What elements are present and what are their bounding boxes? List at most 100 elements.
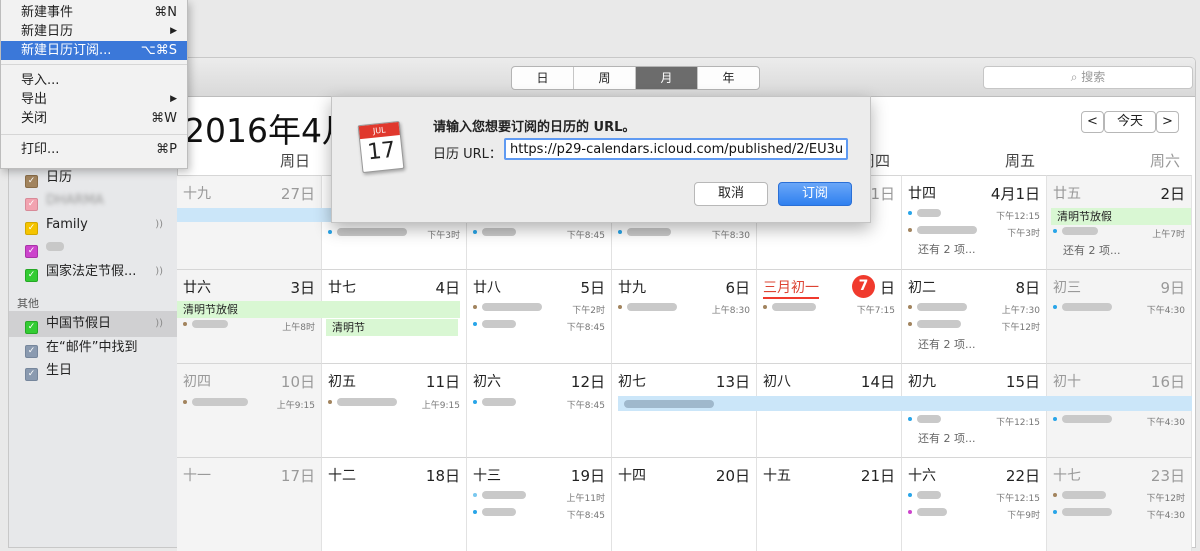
menu-item-close[interactable]: 关闭 ⌘W [1, 109, 187, 128]
day-cell[interactable]: 十二 18日 [322, 457, 467, 551]
view-year-button[interactable]: 年 [698, 67, 759, 89]
subscribe-button[interactable]: 订阅 [778, 182, 852, 206]
more-events-link[interactable]: 还有 2 项... [918, 241, 975, 257]
event-bar[interactable] [177, 208, 335, 222]
event-item[interactable]: 上午7时 [1053, 227, 1187, 241]
menu-item-import[interactable]: 导入... [1, 71, 187, 90]
day-cell[interactable]: 三月初一 7 日 下午7:15 [757, 269, 902, 363]
checkbox[interactable]: ✓ [25, 175, 38, 188]
day-cell[interactable]: 初四 10日 上午9:15 [177, 363, 322, 457]
day-cell[interactable]: 十一 17日 [177, 457, 322, 551]
event-item[interactable]: 下午12:15 [908, 415, 1042, 429]
checkbox[interactable]: ✓ [25, 321, 38, 334]
event-item[interactable]: 下午2时 [473, 303, 607, 317]
view-month-button[interactable]: 月 [636, 67, 698, 89]
sidebar-calendar-national-holiday[interactable]: ✓ 国家法定节假... )) [25, 262, 175, 282]
more-events-link[interactable]: 还有 2 项... [918, 430, 975, 446]
day-cell[interactable]: 十四 20日 [612, 457, 757, 551]
event-item[interactable]: 下午9时 [908, 508, 1042, 522]
checkbox[interactable]: ✓ [25, 345, 38, 358]
event-item[interactable]: 下午12时 [908, 320, 1042, 334]
view-week-button[interactable]: 周 [574, 67, 636, 89]
event-item[interactable]: 下午8:45 [473, 508, 607, 522]
day-cell[interactable]: 初六 12日 下午8:45 [467, 363, 612, 457]
day-cell[interactable]: 十九 27日 [177, 175, 322, 269]
checkbox[interactable]: ✓ [25, 198, 38, 211]
weekday-header: 周六 [1149, 152, 1180, 170]
checkbox[interactable]: ✓ [25, 368, 38, 381]
day-cell[interactable]: 初二 8日 上午7:30 下午12时 还有 2 项... [902, 269, 1047, 363]
day-cell[interactable]: 十六 22日 下午12:15 下午9时 [902, 457, 1047, 551]
event-item[interactable]: 下午12:15 [908, 491, 1042, 505]
event-time: 下午3时 [1007, 229, 1040, 239]
menu-item-new-calendar[interactable]: 新建日历 ▶ [1, 22, 187, 41]
event-item[interactable]: 下午4:30 [1053, 303, 1187, 317]
shared-icon: )) [155, 266, 163, 277]
menu-item-export[interactable]: 导出 ▶ [1, 90, 187, 109]
day-cell[interactable]: 廿五 2日 清明节放假 上午7时 还有 2 项... [1047, 175, 1192, 269]
lunar-date: 十三 [473, 468, 501, 484]
holiday-bar[interactable]: 清明节 [326, 319, 458, 336]
day-cell[interactable]: 十三 19日 上午11时 下午8:45 [467, 457, 612, 551]
sidebar-calendar-family[interactable]: ✓ Family )) [25, 215, 175, 235]
search-placeholder: 搜索 [1081, 70, 1106, 84]
event-item[interactable]: 下午4:30 [1053, 508, 1187, 522]
event-item[interactable]: 下午8:30 [618, 228, 752, 242]
next-month-button[interactable]: > [1156, 111, 1179, 133]
checkbox[interactable]: ✓ [25, 222, 38, 235]
search-field[interactable]: ⌕ 搜索 [983, 66, 1193, 89]
sidebar-calendar-found-in-mail[interactable]: ✓ 在“邮件”中找到 [25, 338, 175, 358]
day-cell[interactable]: 廿四 4月1日 下午12:15 下午3时 还有 2 项... [902, 175, 1047, 269]
day-cell[interactable]: 初五 11日 上午9:15 [322, 363, 467, 457]
event-item[interactable]: 下午8:45 [473, 228, 607, 242]
sidebar-calendar-cn-holiday[interactable]: ✓ 中国节假日 )) [25, 314, 175, 334]
more-events-link[interactable]: 还有 2 项... [1063, 242, 1120, 258]
shared-icon: )) [155, 318, 163, 329]
menu-item-print[interactable]: 打印... ⌘P [1, 140, 187, 159]
event-item[interactable]: 下午12时 [1053, 491, 1187, 505]
day-cell[interactable]: 廿九 6日 上午8:30 [612, 269, 757, 363]
event-item[interactable]: 上午8时 [183, 320, 317, 334]
event-item[interactable]: 上午9:15 [328, 398, 462, 412]
event-item[interactable]: 下午7:15 [763, 303, 897, 317]
event-time: 下午7:15 [856, 306, 895, 316]
event-item[interactable]: 下午8:45 [473, 320, 607, 334]
event-time: 下午4:30 [1146, 306, 1185, 316]
calendar-app-icon: JUL 17 [356, 120, 405, 174]
event-item[interactable]: 下午4:30 [1053, 415, 1187, 429]
event-item[interactable]: 下午3时 [908, 226, 1042, 240]
event-bar[interactable] [618, 396, 1192, 411]
sidebar-calendar-rili[interactable]: ✓ 日历 [25, 168, 175, 188]
event-item[interactable]: 上午9:15 [183, 398, 317, 412]
event-item[interactable]: 上午8:30 [618, 303, 752, 317]
event-item[interactable]: 下午3时 [328, 228, 462, 242]
event-time: 下午12:15 [996, 418, 1040, 428]
day-cell[interactable]: 廿八 5日 下午2时 下午8:45 [467, 269, 612, 363]
event-item[interactable]: 上午11时 [473, 491, 607, 505]
checkbox[interactable]: ✓ [25, 245, 38, 258]
event-item[interactable]: 下午12:15 [908, 209, 1042, 223]
day-cell[interactable]: 初三 9日 下午4:30 [1047, 269, 1192, 363]
calendar-name: 生日 [46, 363, 73, 378]
holiday-bar[interactable]: 清明节放假 [1051, 208, 1191, 225]
menu-item-new-event[interactable]: 新建事件 ⌘N [1, 3, 187, 22]
calendar-url-input[interactable] [504, 138, 848, 160]
event-item[interactable]: 下午8:45 [473, 398, 607, 412]
holiday-bar[interactable]: 清明节放假 [177, 301, 460, 318]
sidebar-calendar-blurred[interactable]: ✓ [25, 238, 175, 258]
more-events-link[interactable]: 还有 2 项... [918, 336, 975, 352]
sidebar-calendar-birthdays[interactable]: ✓ 生日 [25, 361, 175, 381]
event-time: 下午8:30 [711, 231, 750, 241]
day-cell[interactable]: 十七 23日 下午12时 下午4:30 [1047, 457, 1192, 551]
menu-item-new-subscription[interactable]: 新建日历订阅... ⌥⌘S [1, 41, 187, 60]
cancel-button[interactable]: 取消 [694, 182, 768, 206]
sidebar-calendar-dharma[interactable]: ✓ DHARMA [25, 191, 175, 211]
file-menu: 新建事件 ⌘N 新建日历 ▶ 新建日历订阅... ⌥⌘S 导入... 导出 ▶ 关闭 ⌘W… [0, 0, 188, 169]
day-number: 20日 [715, 467, 750, 485]
checkbox[interactable]: ✓ [25, 269, 38, 282]
view-day-button[interactable]: 日 [512, 67, 574, 89]
prev-month-button[interactable]: < [1081, 111, 1104, 133]
event-item[interactable]: 上午7:30 [908, 303, 1042, 317]
today-button[interactable]: 今天 [1104, 111, 1156, 133]
day-cell[interactable]: 十五 21日 [757, 457, 902, 551]
